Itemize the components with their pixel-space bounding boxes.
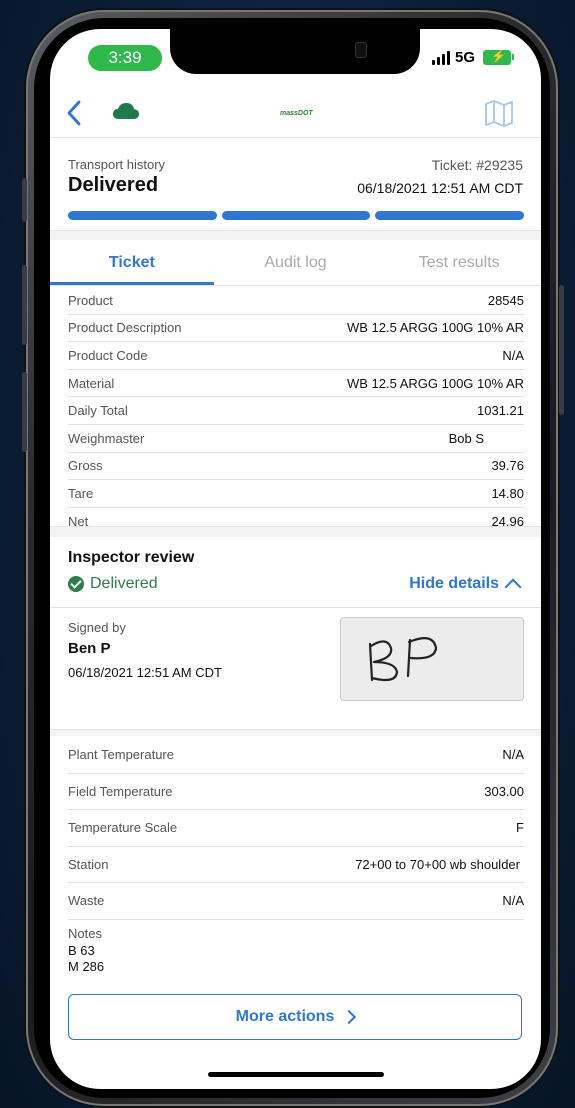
- inspector-review-title: Inspector review: [68, 549, 195, 566]
- row-label: Station: [68, 856, 109, 872]
- battery-icon: ⚡: [483, 49, 514, 65]
- more-actions-label: More actions: [235, 1008, 335, 1025]
- signature-image: [340, 617, 524, 701]
- app-logo: massDOT: [280, 110, 313, 117]
- row-value: N/A: [502, 347, 524, 363]
- status-time: 3:39: [88, 45, 162, 71]
- row-value: WB 12.5 ARGG 100G 10% AR: [346, 375, 524, 391]
- app-screen: 3:39 5G ⚡ massDOT Transport history Deli…: [50, 29, 541, 1089]
- row-label: Tare: [68, 485, 94, 501]
- section-separator: [50, 526, 541, 537]
- divider: [50, 137, 541, 138]
- row-value: 28545: [487, 292, 524, 308]
- detail-row-temperature-scale: Temperature Scale F: [68, 810, 524, 847]
- progress-segment: [221, 211, 371, 220]
- ticket-number: Ticket: #29235: [431, 157, 523, 173]
- page-title: Delivered: [68, 174, 159, 196]
- ticket-details-list: Product 28545 Product Description WB 12.5 …: [68, 287, 524, 534]
- handwritten-signature: [368, 637, 438, 682]
- detail-row-waste: Waste N/A: [68, 883, 524, 920]
- row-label: Weighmaster: [68, 430, 145, 446]
- more-actions-button[interactable]: More actions: [68, 994, 522, 1040]
- row-value: 39.76: [491, 458, 524, 474]
- row-value: N/A: [502, 893, 524, 909]
- row-label: Daily Total: [68, 403, 128, 419]
- volume-down-button: [22, 372, 27, 452]
- detail-row-tare: Tare 14.80: [68, 480, 524, 508]
- status-indicators: 5G ⚡: [431, 49, 514, 66]
- notch: [170, 29, 420, 74]
- row-value: 303.00: [484, 783, 524, 799]
- action-button: [22, 178, 27, 222]
- network-label: 5G: [454, 49, 475, 66]
- map-icon[interactable]: [483, 97, 515, 129]
- row-label: Plant Temperature: [68, 747, 174, 763]
- divider: [50, 285, 541, 286]
- row-label: Gross: [68, 458, 103, 474]
- hide-details-label: Hide details: [409, 575, 499, 592]
- delivery-progress-bar: [68, 211, 525, 220]
- notes-line: B 63: [68, 943, 95, 958]
- detail-row-product-description: Product Description WB 12.5 ARGG 100G 10%…: [68, 315, 524, 343]
- back-chevron-icon[interactable]: [65, 99, 83, 127]
- chevron-right-icon: [342, 1009, 357, 1025]
- nav-bar: massDOT: [50, 91, 541, 137]
- row-label: Product Code: [68, 347, 148, 363]
- tab-test-results[interactable]: Test results: [377, 241, 541, 285]
- section-separator: [50, 729, 541, 736]
- detail-row-station: Station 72+00 to 70+00 wb shoulder: [68, 847, 524, 883]
- tab-ticket[interactable]: Ticket: [50, 241, 214, 285]
- detail-row-field-temperature: Field Temperature 303.00: [68, 774, 524, 810]
- signed-by-label: Signed by: [68, 620, 126, 635]
- tab-bar: Ticket Audit log Test results: [50, 241, 541, 285]
- row-value: 14.80: [491, 485, 524, 501]
- chevron-up-icon: [504, 578, 522, 596]
- row-label: Temperature Scale: [68, 820, 178, 836]
- hide-details-toggle[interactable]: Hide details: [409, 575, 522, 596]
- cloud-icon[interactable]: [112, 102, 140, 122]
- row-value: N/A: [502, 747, 524, 763]
- detail-row-product-code: Product Code N/A: [68, 342, 524, 370]
- detail-row-material: Material WB 12.5 ARGG 100G 10% AR: [68, 370, 524, 398]
- check-circle-icon: [68, 576, 84, 592]
- signed-date: 06/18/2021 12:51 AM CDT: [68, 665, 222, 680]
- row-label: Product: [68, 292, 113, 308]
- detail-row-gross: Gross 39.76: [68, 453, 524, 481]
- inspector-status-label: Delivered: [90, 575, 158, 592]
- volume-up-button: [22, 265, 27, 345]
- power-button: [559, 285, 564, 415]
- camera-icon: [355, 42, 367, 58]
- tab-audit-log[interactable]: Audit log: [214, 241, 378, 285]
- notes-line: M 286: [68, 959, 105, 974]
- row-value: F: [516, 820, 524, 836]
- row-value: Bob S: [448, 430, 484, 446]
- progress-segment: [375, 211, 525, 220]
- row-value: WB 12.5 ARGG 100G 10% AR: [346, 320, 524, 336]
- row-label: Waste: [68, 893, 105, 909]
- signer-name: Ben P: [68, 640, 111, 657]
- row-label: Product Description: [68, 320, 182, 336]
- row-label: Material: [68, 375, 115, 391]
- detail-row-plant-temperature: Plant Temperature N/A: [68, 737, 524, 774]
- row-value: 1031.21: [477, 403, 524, 419]
- detail-row-weighmaster: Weighmaster Bob S: [68, 425, 524, 453]
- notes-label: Notes: [68, 926, 102, 941]
- row-value: 72+00 to 70+00 wb shoulder: [355, 856, 520, 872]
- ticket-datetime: 06/18/2021 12:51 AM CDT: [357, 180, 523, 196]
- home-indicator[interactable]: [208, 1072, 384, 1077]
- detail-row-product: Product 28545: [68, 287, 524, 315]
- divider: [50, 607, 541, 608]
- section-separator: [50, 230, 541, 240]
- progress-segment: [68, 211, 217, 220]
- inspector-status: Delivered: [68, 575, 158, 593]
- detail-row-daily-total: Daily Total 1031.21: [68, 397, 524, 425]
- transport-history-label: Transport history: [68, 157, 166, 172]
- inspection-details-list: Plant Temperature N/A Field Temperature 30…: [68, 737, 524, 920]
- row-label: Field Temperature: [68, 783, 173, 799]
- signal-icon: [431, 50, 450, 65]
